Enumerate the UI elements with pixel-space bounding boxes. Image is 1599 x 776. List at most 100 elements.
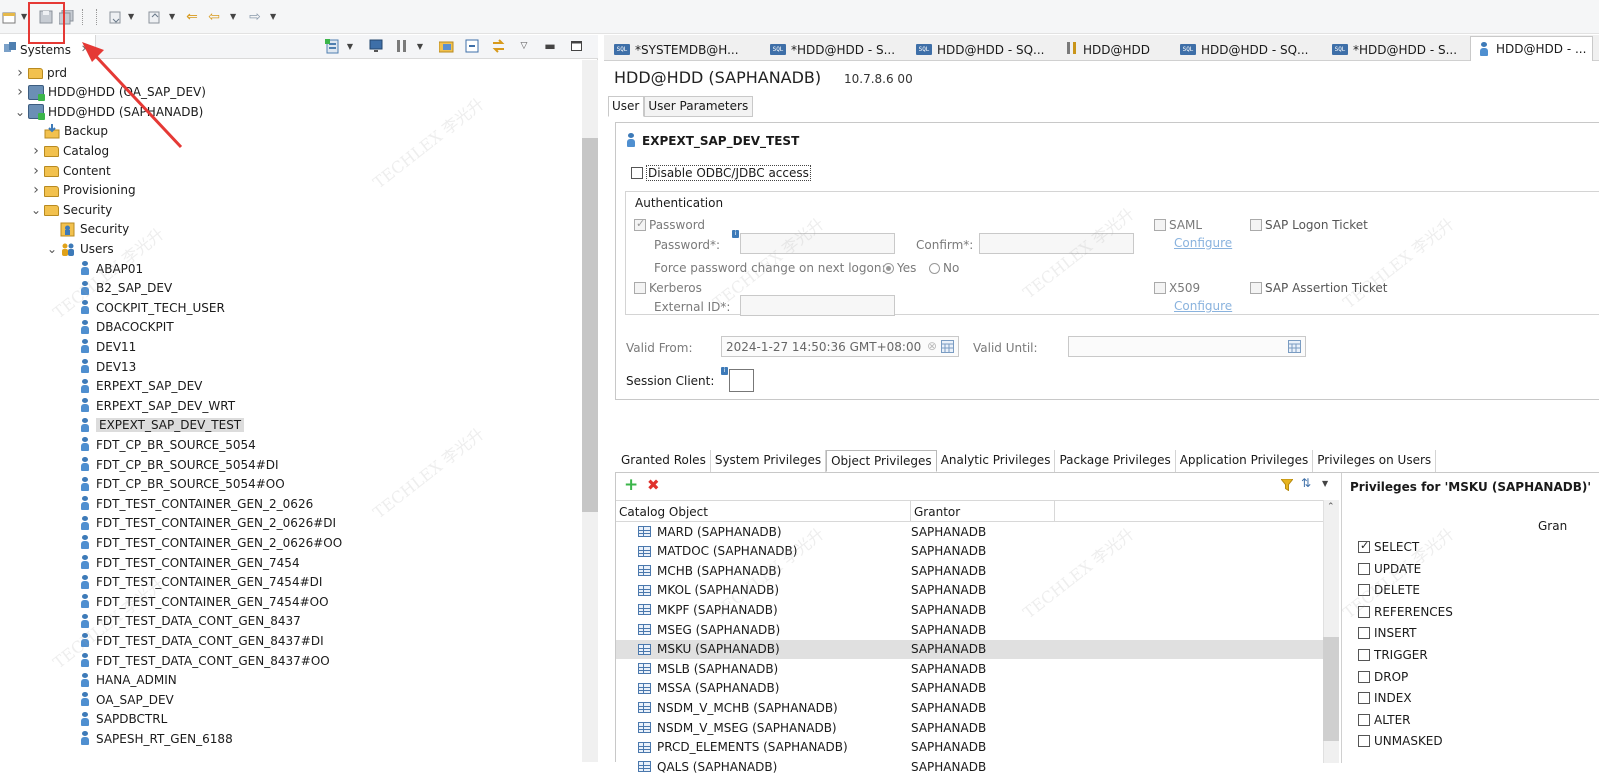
table-row[interactable]: MSKU (SAPHANADB) SAPHANADB <box>616 639 1323 659</box>
tree-item-user[interactable]: FDT_TEST_CONTAINER_GEN_2_0626 <box>0 494 580 513</box>
tree-item-user[interactable]: ERPEXT_SAP_DEV <box>0 377 580 396</box>
tree-item-user[interactable]: FDT_TEST_DATA_CONT_GEN_8437#OO <box>0 651 580 670</box>
tree-item-user[interactable]: COCKPIT_TECH_USER <box>0 298 580 317</box>
editor-tab[interactable]: HDD@HDD - ... <box>1470 36 1594 61</box>
saml-configure-link[interactable]: Configure <box>1174 236 1232 250</box>
tree-item-user[interactable]: FDT_CP_BR_SOURCE_5054#OO <box>0 475 580 494</box>
table-row[interactable]: NSDM_V_MSEG (SAPHANADB) SAPHANADB <box>616 718 1323 737</box>
privilege-tab[interactable]: System Privileges <box>711 450 827 472</box>
external-id-input[interactable] <box>740 295 895 316</box>
tree-item[interactable]: › prd <box>0 63 580 82</box>
table-row[interactable]: MATDOC (SAPHANADB) SAPHANADB <box>616 542 1323 561</box>
editor-tab[interactable]: SQL *HDD@HDD - S... <box>1326 38 1463 61</box>
password-checkbox[interactable] <box>634 217 646 231</box>
collapse-icon[interactable]: ⌄ <box>46 242 58 256</box>
add-icon[interactable]: + <box>624 477 638 494</box>
collapse-icon[interactable]: ⌄ <box>30 203 42 217</box>
nav-dropdown-icon[interactable]: ▼ <box>128 12 136 21</box>
permission-checkbox[interactable] <box>1358 670 1370 683</box>
editor-tab[interactable]: SQL HDD@HDD - SQ... <box>1174 38 1314 61</box>
permission-option[interactable]: SELECT <box>1358 538 1419 556</box>
tree-item-user[interactable]: FDT_TEST_DATA_CONT_GEN_8437#DI <box>0 631 580 650</box>
permission-checkbox[interactable] <box>1358 539 1370 553</box>
sap-assertion-ticket-option[interactable]: SAP Assertion Ticket <box>1250 281 1387 295</box>
permission-checkbox[interactable] <box>1358 605 1370 618</box>
new-icon[interactable] <box>1 9 17 25</box>
kerberos-option[interactable]: Kerberos <box>634 281 702 295</box>
permission-option[interactable]: INSERT <box>1358 624 1417 642</box>
privilege-tab[interactable]: Package Privileges <box>1055 450 1176 472</box>
force-no-option[interactable]: No <box>929 261 959 275</box>
permission-option[interactable]: UPDATE <box>1358 560 1421 578</box>
x509-checkbox[interactable] <box>1154 282 1166 294</box>
table-row[interactable]: MKOL (SAPHANADB) SAPHANADB <box>616 581 1323 600</box>
filter-icon[interactable] <box>1279 478 1295 494</box>
kerberos-checkbox[interactable] <box>634 282 646 294</box>
tree-item[interactable]: ⌄ Users <box>0 239 580 258</box>
privilege-tab[interactable]: Application Privileges <box>1176 450 1314 472</box>
table-row[interactable]: MSEG (SAPHANADB) SAPHANADB <box>616 620 1323 639</box>
back-arrow-icon[interactable]: ⇦ <box>206 9 222 25</box>
monitor-icon[interactable] <box>368 38 384 54</box>
editor-tab[interactable]: HDD@HDD <box>1060 38 1156 61</box>
editor-tab[interactable]: SQL HDD@HDD - SQ... <box>910 38 1050 61</box>
tree-item-user[interactable]: ABAP01 <box>0 259 580 278</box>
tree-item-user[interactable]: FDT_TEST_DATA_CONT_GEN_8437 <box>0 612 580 631</box>
tree-item-user[interactable]: DEV11 <box>0 337 580 356</box>
sap-assertion-ticket-checkbox[interactable] <box>1250 282 1262 294</box>
tree-item-user[interactable]: SAPESH_RT_GEN_6188 <box>0 729 580 748</box>
table-row[interactable]: MCHB (SAPHANADB) SAPHANADB <box>616 561 1323 580</box>
session-client-input[interactable] <box>729 369 754 392</box>
table-row[interactable]: QALS (SAPHANADB) SAPHANADB <box>616 757 1323 776</box>
expand-icon[interactable]: › <box>30 182 42 198</box>
saml-option[interactable]: SAML <box>1154 218 1202 232</box>
permission-option[interactable]: DROP <box>1358 668 1408 686</box>
tree-item-user[interactable]: FDT_TEST_CONTAINER_GEN_7454#DI <box>0 573 580 592</box>
tab-user[interactable]: User <box>608 96 645 117</box>
tree-item-user[interactable]: B2_SAP_DEV <box>0 279 580 298</box>
open-folder-icon[interactable] <box>438 38 454 54</box>
tree-item[interactable]: › Provisioning <box>0 181 580 200</box>
expand-icon[interactable]: › <box>30 163 42 179</box>
sort-icon[interactable]: ⇅ <box>1301 476 1311 490</box>
valid-from-input[interactable]: 2024-1-27 14:50:36 GMT+08:00 ⊗ <box>721 336 959 357</box>
tree-item-user[interactable]: ERPEXT_SAP_DEV_WRT <box>0 396 580 415</box>
link-editor-icon[interactable] <box>490 38 506 54</box>
tree-item-user[interactable]: FDT_CP_BR_SOURCE_5054#DI <box>0 455 580 474</box>
tree-scrollbar-thumb[interactable] <box>582 138 598 512</box>
tree-item-user[interactable]: FDT_TEST_CONTAINER_GEN_2_0626#OO <box>0 533 580 552</box>
tools-dropdown-icon[interactable]: ▼ <box>412 38 428 54</box>
tree-item-user[interactable]: DBACOCKPIT <box>0 318 580 337</box>
permission-checkbox[interactable] <box>1358 562 1370 575</box>
tree-item-user[interactable]: DEV13 <box>0 357 580 376</box>
permission-checkbox[interactable] <box>1358 692 1370 705</box>
grid-menu-icon[interactable]: ▼ <box>1322 479 1328 488</box>
tree-item[interactable]: ⌄ Security <box>0 200 580 219</box>
table-row[interactable]: NSDM_V_MCHB (SAPHANADB) SAPHANADB <box>616 698 1323 717</box>
expand-icon[interactable]: › <box>14 65 26 81</box>
collapse-all-icon[interactable] <box>464 38 480 54</box>
permission-option[interactable]: UNMASKED <box>1358 732 1443 750</box>
forward-icon[interactable] <box>146 9 162 25</box>
permission-checkbox[interactable] <box>1358 627 1370 640</box>
table-row[interactable]: PRCD_ELEMENTS (SAPHANADB) SAPHANADB <box>616 738 1323 757</box>
table-row[interactable]: MARD (SAPHANADB) SAPHANADB <box>616 522 1323 541</box>
force-yes-option[interactable]: Yes <box>883 261 916 275</box>
tree-item[interactable]: › Catalog <box>0 141 580 160</box>
tree-item[interactable]: › HDD@HDD (OA_SAP_DEV) <box>0 83 580 102</box>
privilege-tab[interactable]: Object Privileges <box>826 450 937 472</box>
permission-option[interactable]: DELETE <box>1358 581 1420 599</box>
saml-checkbox[interactable] <box>1154 219 1166 231</box>
clear-icon[interactable]: ⊗ <box>927 339 937 353</box>
expand-icon[interactable]: › <box>14 84 26 100</box>
calendar-icon[interactable] <box>941 340 954 356</box>
editor-tab[interactable]: SQL *SYSTEMDB@H... <box>608 38 745 61</box>
add-system-dropdown-icon[interactable]: ▼ <box>342 38 358 54</box>
tree-item[interactable]: Security <box>0 220 580 239</box>
tree-item-user[interactable]: FDT_TEST_CONTAINER_GEN_7454#OO <box>0 592 580 611</box>
minimize-icon[interactable]: ▬ <box>542 38 558 54</box>
permission-checkbox[interactable] <box>1358 713 1370 726</box>
tree-item-user[interactable]: HANA_ADMIN <box>0 671 580 690</box>
maximize-icon[interactable] <box>568 38 584 54</box>
tree-item[interactable]: › Content <box>0 161 580 180</box>
